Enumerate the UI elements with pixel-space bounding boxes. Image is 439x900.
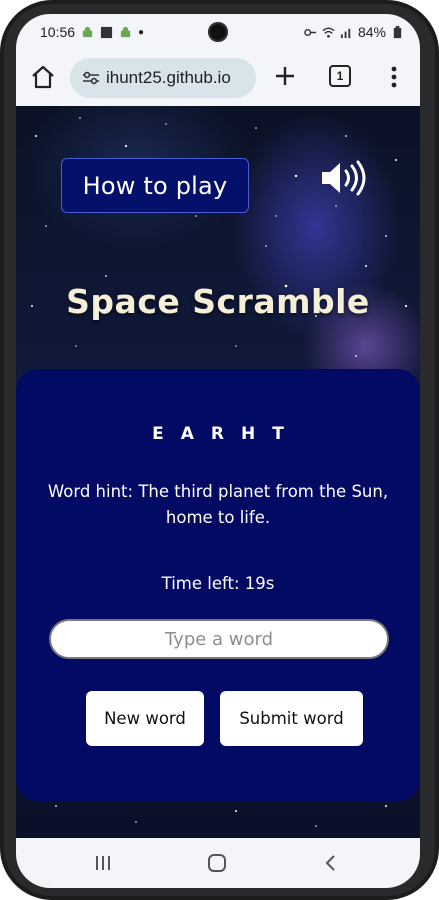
home-icon[interactable]: [30, 64, 56, 90]
game-title: Space Scramble: [66, 282, 370, 321]
android-notification-icon-2: [120, 26, 131, 37]
nav-back-icon[interactable]: [324, 854, 336, 872]
wifi-icon: [322, 27, 335, 38]
plus-icon[interactable]: [272, 63, 298, 89]
scrambled-word: EARHT: [152, 424, 301, 444]
system-nav-bar: [16, 838, 420, 888]
phone-frame: 10:56 ● 84% ihunt25.github.io 1 How to p…: [0, 0, 439, 900]
tab-switcher-button[interactable]: 1: [329, 65, 351, 87]
square-notification-icon: [100, 26, 113, 38]
word-input[interactable]: [49, 619, 389, 659]
front-camera: [208, 22, 228, 42]
submit-word-button[interactable]: Submit word: [220, 691, 363, 746]
how-to-play-button[interactable]: How to play: [61, 158, 249, 213]
address-bar[interactable]: ihunt25.github.io: [70, 58, 256, 98]
word-hint: Word hint: The third planet from the Sun…: [47, 482, 389, 527]
time-left: Time left: 19s: [161, 574, 275, 593]
speaker-volume-icon[interactable]: [320, 160, 370, 196]
tune-icon[interactable]: [82, 71, 100, 85]
game-card: EARHT Word hint: The third planet from t…: [16, 369, 420, 801]
browser-toolbar: ihunt25.github.io 1: [16, 50, 420, 106]
status-battery: 84%: [357, 24, 386, 40]
status-right: 84%: [304, 24, 404, 40]
screen: 10:56 ● 84% ihunt25.github.io 1 How to p…: [16, 14, 420, 888]
key-icon: [304, 28, 317, 36]
status-time: 10:56: [40, 24, 76, 40]
notification-dot-icon: ●: [138, 26, 145, 38]
nav-home-icon[interactable]: [208, 854, 226, 872]
more-vert-icon[interactable]: [384, 64, 404, 90]
signal-icon: [340, 28, 351, 38]
android-notification-icon: [82, 26, 93, 37]
recent-apps-icon[interactable]: [94, 855, 112, 871]
status-left: 10:56 ●: [40, 24, 144, 40]
battery-icon: [393, 25, 402, 38]
url-text: ihunt25.github.io: [106, 68, 231, 87]
new-word-button[interactable]: New word: [86, 691, 204, 746]
